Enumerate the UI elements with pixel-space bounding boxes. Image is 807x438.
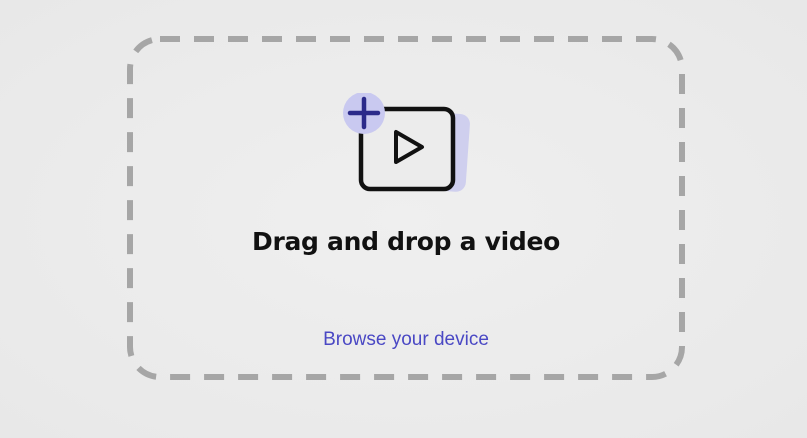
dropzone-headline: Drag and drop a video (252, 227, 560, 256)
add-video-icon (343, 93, 470, 192)
upload-panel: Drag and drop a video Browse your device (0, 0, 807, 438)
dashed-border (127, 36, 685, 380)
browse-device-link[interactable]: Browse your device (128, 329, 684, 351)
video-dropzone[interactable]: Drag and drop a video Browse your device (127, 36, 685, 380)
